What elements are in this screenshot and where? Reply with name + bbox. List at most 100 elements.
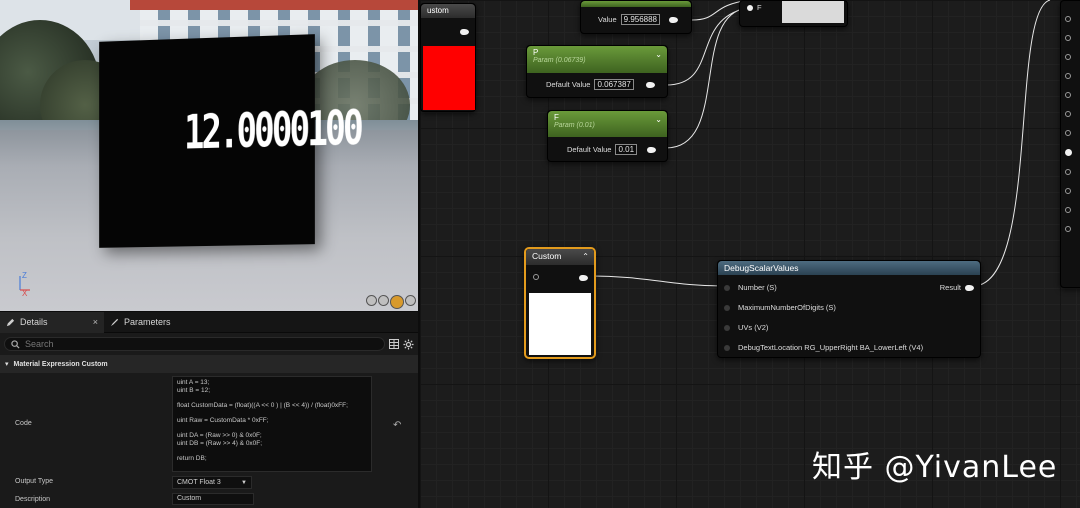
brush-icon <box>110 318 119 326</box>
chevron-down-icon[interactable]: ⌄ <box>655 115 662 124</box>
p-param-title: P <box>533 48 539 57</box>
material-output-node[interactable] <box>1060 0 1080 288</box>
output-type-dropdown[interactable]: CMOT Float 3 ▼ <box>172 476 252 489</box>
input-pin-icon[interactable] <box>533 274 539 280</box>
value-input[interactable]: 9.956888 <box>620 14 661 25</box>
material-graph-canvas[interactable]: ustom Value 9.956888 F P Param (0.06739)… <box>418 0 1080 508</box>
output-pin-icon[interactable] <box>460 29 469 35</box>
gear-icon[interactable] <box>403 338 414 350</box>
debug-input-number: Number (S) <box>724 283 777 292</box>
axis-gizmo-icon: Z X <box>19 271 30 298</box>
debug-input-location-label: DebugTextLocation RG_UpperRight BA_Lower… <box>738 343 924 352</box>
p-param-header: P Param (0.06739) ⌄ <box>527 46 667 73</box>
input-pin-icon[interactable] <box>1065 207 1071 213</box>
preview-cube-icon[interactable] <box>390 295 404 309</box>
input-pin-icon[interactable] <box>1065 111 1071 117</box>
output-pin-icon[interactable] <box>965 284 974 291</box>
input-pin-icon[interactable] <box>1065 149 1072 156</box>
debug-scalar-values-node[interactable]: DebugScalarValues Number (S) Result Maxi… <box>717 260 981 358</box>
f-default-input[interactable]: 0.01 <box>615 144 638 155</box>
code-label: Code <box>15 420 32 427</box>
input-pin-icon[interactable] <box>724 304 730 311</box>
p-default-row: Default Value 0.067387 <box>546 79 655 90</box>
tab-details-label: Details <box>20 317 48 327</box>
pencil-icon <box>6 318 15 326</box>
details-search-row <box>0 333 418 355</box>
debug-input-uvs-label: UVs (V2) <box>738 323 769 332</box>
input-pin-icon[interactable] <box>747 4 753 11</box>
custom-node-preview <box>529 293 591 355</box>
output-pin-icon[interactable] <box>645 81 655 88</box>
output-pin-icon[interactable] <box>647 146 657 153</box>
input-pin-icon[interactable] <box>724 284 730 291</box>
input-pin-icon[interactable] <box>724 324 730 331</box>
details-search-input[interactable] <box>25 339 325 349</box>
input-pin-icon[interactable] <box>1065 35 1071 41</box>
node-preview-swatch <box>782 1 844 23</box>
preview-sphere-icon[interactable] <box>366 295 377 306</box>
tab-details[interactable]: Details × <box>0 311 104 333</box>
input-pin-icon[interactable] <box>1065 16 1071 22</box>
search-icon <box>11 339 20 349</box>
input-pin-node[interactable]: F <box>739 0 848 27</box>
p-param-node[interactable]: P Param (0.06739) ⌄ Default Value 0.0673… <box>526 45 668 98</box>
preview-plane-icon[interactable] <box>378 295 389 306</box>
debug-input-uvs: UVs (V2) <box>724 323 768 332</box>
close-icon[interactable]: × <box>93 317 98 327</box>
input-pin-icon[interactable] <box>1065 169 1071 175</box>
output-pin-icon[interactable] <box>579 275 588 281</box>
output-pin-icon[interactable] <box>669 16 679 23</box>
output-type-value: CMOT Float 3 <box>177 479 221 486</box>
input-pin-icon[interactable] <box>1065 54 1071 60</box>
chevron-down-icon: ▾ <box>5 361 9 368</box>
debug-output-label: Result <box>939 283 961 292</box>
tab-parameters[interactable]: Parameters <box>104 312 177 333</box>
chevron-down-icon: ▼ <box>241 479 247 486</box>
preview-mesh-icon[interactable] <box>405 295 416 306</box>
value-label: Value <box>598 15 617 24</box>
chevron-up-icon[interactable]: ⌃ <box>582 252 589 261</box>
debug-input-digits: MaximumNumberOfDigits (S) <box>724 303 836 312</box>
preview-mesh-cube: 12.0000100 <box>99 34 361 248</box>
description-label: Description <box>15 496 51 503</box>
tab-parameters-label: Parameters <box>124 317 171 327</box>
output-type-label: Output Type <box>15 478 54 485</box>
axis-x-label: X <box>22 289 28 298</box>
description-input[interactable]: Custom <box>172 493 254 505</box>
graph-wires <box>587 0 1051 287</box>
input-pin-icon[interactable] <box>724 344 730 351</box>
input-pin-icon[interactable] <box>1065 73 1071 79</box>
input-pin-icon[interactable] <box>1065 92 1071 98</box>
p-default-label: Default Value <box>546 80 591 89</box>
watermark-text: 知乎 @YivanLee <box>812 450 1058 485</box>
reset-to-default-icon[interactable]: ↶ <box>393 420 401 431</box>
custom-node[interactable]: Custom ⌃ <box>524 247 596 359</box>
f-param-header: F Param (0.01) ⌄ <box>548 111 667 137</box>
chevron-down-icon[interactable]: ⌄ <box>655 50 662 59</box>
debug-scalar-readout: 12.0000100 <box>184 100 361 161</box>
debug-output-result: Result <box>940 283 974 292</box>
custom-node-header: Custom ⌃ <box>526 249 594 265</box>
f-param-node[interactable]: F Param (0.01) ⌄ Default Value 0.01 <box>547 110 668 162</box>
section-material-expression-custom[interactable]: ▾ Material Expression Custom <box>0 355 418 373</box>
details-tab-bar: Details × Parameters <box>0 311 418 333</box>
details-panel: Details × Parameters ▾ Material Expressi… <box>0 311 418 508</box>
input-pin-icon[interactable] <box>1065 188 1071 194</box>
debug-input-digits-label: MaximumNumberOfDigits (S) <box>738 303 836 312</box>
f-default-label: Default Value <box>567 145 612 154</box>
f-param-title: F <box>554 113 559 122</box>
input-pin-icon[interactable] <box>1065 226 1071 232</box>
p-param-subtitle: Param (0.06739) <box>533 57 586 64</box>
custom-node-title: Custom <box>532 251 562 261</box>
p-default-input[interactable]: 0.067387 <box>594 79 634 90</box>
code-textarea[interactable]: uint A = 13; uint B = 12; float CustomDa… <box>172 376 372 472</box>
f-pin-label: F <box>757 3 762 12</box>
input-pin-icon[interactable] <box>1065 130 1071 136</box>
scalar-value-node[interactable]: Value 9.956888 <box>580 0 692 34</box>
custom-node-top[interactable]: ustom <box>420 3 476 112</box>
material-preview-viewport[interactable]: 12.0000100 Z X <box>0 0 418 311</box>
custom-node-top-title: ustom <box>421 4 475 18</box>
f-param-subtitle: Param (0.01) <box>554 122 595 129</box>
preview-shape-toolbar <box>366 295 416 309</box>
table-view-icon[interactable] <box>389 339 399 349</box>
